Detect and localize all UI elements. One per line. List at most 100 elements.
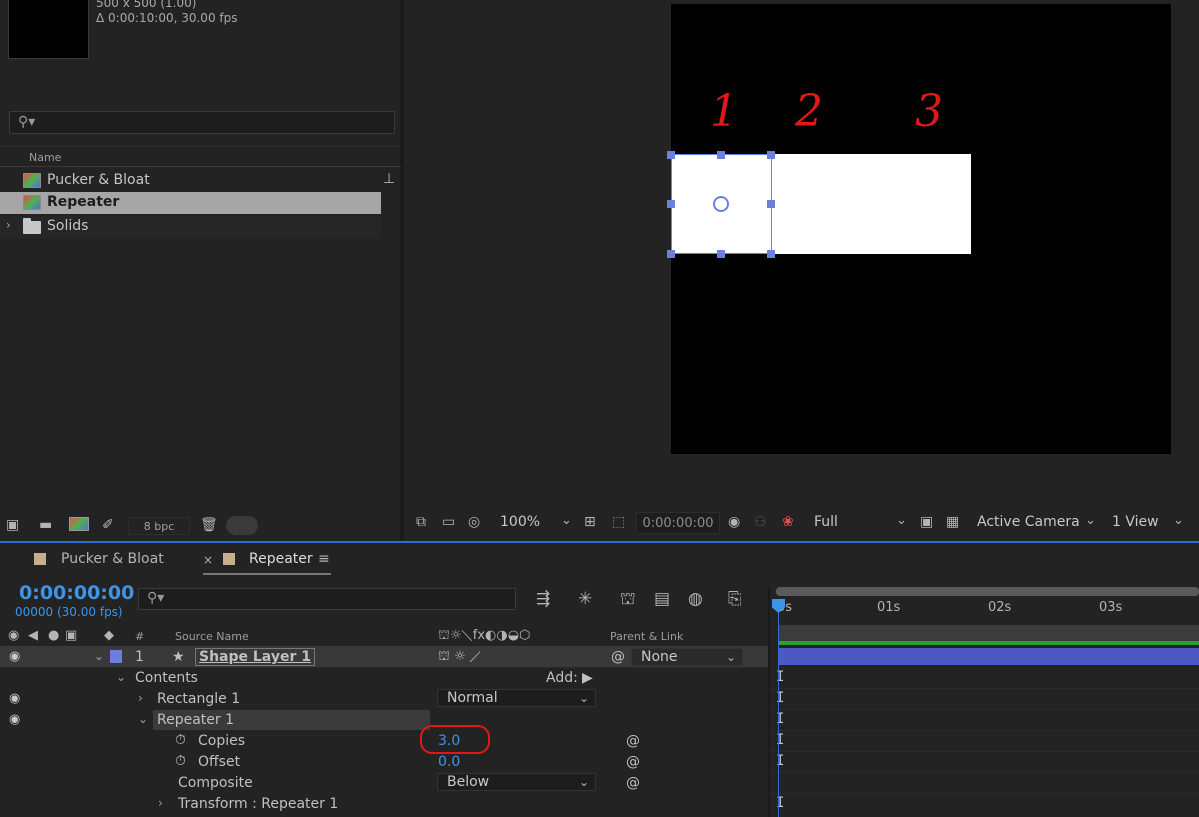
copies-row[interactable]: ⏱ Copies 3.0 @	[0, 725, 770, 754]
zoom-level-dropdown[interactable]: 100%	[500, 514, 540, 530]
stopwatch-icon[interactable]: ⏱	[175, 732, 186, 748]
draft-3d-icon[interactable]: ✳	[578, 589, 592, 609]
toggle-transparency-grid-icon[interactable]: ▦	[946, 514, 959, 530]
offset-row[interactable]: ⏱ Offset 0.0 @	[0, 752, 770, 773]
layer-row-shape-layer-1[interactable]: ◉ ⌄ 1 ★ Shape Layer 1 ⛫ ☼ ⟋ @ None ⌄	[0, 647, 770, 668]
work-area-bar[interactable]	[776, 587, 1199, 596]
current-time-display[interactable]: 0:00:00:00	[19, 582, 134, 604]
tab-repeater[interactable]: Repeater	[249, 551, 313, 567]
expression-pick-whip-icon[interactable]: @	[626, 733, 640, 749]
layer-switches[interactable]: ⛫ ☼ ⟋	[438, 649, 481, 666]
expression-pick-whip-icon[interactable]: @	[626, 754, 640, 770]
label-tag-icon[interactable]: ◆	[104, 628, 114, 643]
camera-view-dropdown[interactable]: Active Camera	[977, 514, 1080, 530]
offset-value[interactable]: 0.0	[438, 754, 460, 770]
composite-dropdown[interactable]: Below ⌄	[437, 773, 596, 791]
annotation-2: 2	[795, 86, 823, 137]
project-item-pucker-bloat[interactable]: Pucker & Bloat	[0, 170, 381, 192]
chevron-right-icon[interactable]: ›	[138, 691, 143, 705]
adobe-dynamic-link-icon[interactable]: ✐	[102, 517, 114, 533]
transform-handle[interactable]	[667, 200, 675, 208]
anchor-point-icon[interactable]	[713, 196, 729, 212]
repeater-1-row[interactable]: ◉ ⌄ Repeater 1	[0, 710, 770, 731]
chevron-down-icon[interactable]: ⌄	[1085, 513, 1096, 528]
expression-pick-whip-icon[interactable]: @	[626, 775, 640, 791]
visibility-eye-icon[interactable]: ◉	[9, 691, 20, 706]
composition-icon	[23, 195, 41, 210]
lock-icon[interactable]: ▣	[65, 628, 77, 643]
monitor-icon[interactable]: ▭	[442, 514, 455, 530]
shape-layer-star-icon: ★	[172, 649, 185, 665]
transform-handle[interactable]	[767, 250, 775, 258]
contents-label: Contents	[135, 670, 198, 686]
chevron-down-icon[interactable]: ⌄	[116, 670, 126, 684]
channel-rgb-icon[interactable]: ❀	[782, 514, 794, 530]
chevron-down-icon[interactable]: ⌄	[138, 712, 148, 726]
layer-name[interactable]: Shape Layer 1	[195, 648, 315, 666]
transform-handle[interactable]	[667, 151, 675, 159]
view-layout-dropdown[interactable]: 1 View	[1112, 514, 1159, 530]
always-preview-icon[interactable]: ⧉	[416, 514, 426, 530]
show-snapshot-icon[interactable]: ⚇	[754, 514, 767, 530]
region-of-interest-icon[interactable]: ▣	[920, 514, 933, 530]
new-composition-icon[interactable]	[69, 517, 89, 531]
chevron-right-icon[interactable]: ›	[158, 796, 163, 810]
pick-whip-icon[interactable]: @	[611, 649, 625, 665]
blend-mode-dropdown[interactable]: Normal ⌄	[437, 689, 596, 707]
chevron-down-icon[interactable]: ⌄	[1173, 513, 1184, 528]
snapshot-camera-icon[interactable]: ◉	[728, 514, 740, 530]
composite-row[interactable]: Composite Below ⌄ @	[0, 773, 770, 794]
project-search-input[interactable]: ⚲▾	[9, 111, 395, 134]
transparency-grid-icon[interactable]: ⬚	[612, 514, 625, 530]
grid-guides-icon[interactable]: ⊞	[584, 514, 596, 530]
visibility-eye-icon[interactable]: ◉	[9, 649, 20, 664]
resolution-dropdown[interactable]: Full	[814, 514, 838, 530]
composition-mini-flowchart-icon[interactable]: ⇶	[536, 589, 550, 609]
timeline-track	[770, 710, 1199, 731]
project-bit-depth[interactable]: 8 bpc	[128, 517, 190, 535]
frame-blending-icon[interactable]: ▤	[654, 589, 670, 609]
new-folder-icon[interactable]: ▬	[39, 517, 52, 533]
solo-icon[interactable]: ●	[48, 628, 59, 643]
trash-icon[interactable]: 🗑	[200, 517, 218, 533]
close-tab-icon[interactable]: ×	[203, 553, 213, 567]
layer-number: 1	[135, 649, 144, 665]
layer-label-color[interactable]	[110, 650, 122, 663]
layer-duration-bar[interactable]	[779, 648, 1199, 665]
transform-handle[interactable]	[767, 151, 775, 159]
add-button-icon[interactable]: ▶	[582, 670, 593, 686]
motion-blur-icon[interactable]: ◍	[688, 589, 703, 609]
project-panel: 500 x 500 (1.00) Δ 0:00:10:00, 30.00 fps…	[0, 0, 404, 540]
mask-visibility-icon[interactable]: ◎	[468, 514, 480, 530]
flowchart-icon[interactable]: ⊥	[383, 171, 395, 187]
transform-handle[interactable]	[717, 151, 725, 159]
timeline-track	[770, 689, 1199, 710]
audio-icon[interactable]: ◀	[28, 628, 38, 643]
viewer-timecode[interactable]: 0:00:00:00	[636, 512, 720, 534]
chevron-down-icon[interactable]: ⌄	[896, 513, 907, 528]
transform-handle[interactable]	[667, 250, 675, 258]
transform-handle[interactable]	[717, 250, 725, 258]
video-eye-icon[interactable]: ◉	[8, 628, 19, 643]
parent-dropdown[interactable]: None ⌄	[631, 648, 743, 666]
chevron-down-icon[interactable]: ⌄	[94, 649, 104, 663]
project-item-solids[interactable]: › Solids	[0, 216, 381, 238]
shy-layers-icon[interactable]: ⛫	[620, 589, 636, 611]
stopwatch-icon[interactable]: ⏱	[175, 753, 186, 769]
transform-handle[interactable]	[767, 200, 775, 208]
rectangle-1-row[interactable]: ◉ › Rectangle 1 Normal ⌄	[0, 689, 770, 710]
project-toggle[interactable]	[226, 516, 258, 535]
contents-row[interactable]: ⌄ Contents Add: ▶	[0, 668, 770, 689]
graph-editor-icon[interactable]: ⎘	[728, 589, 742, 609]
timeline-search-input[interactable]: ⚲▾	[138, 588, 516, 610]
frame-count-display: 00000 (30.00 fps)	[15, 605, 123, 619]
transform-row[interactable]: › Transform : Repeater 1	[0, 794, 770, 815]
visibility-eye-icon[interactable]: ◉	[9, 712, 20, 727]
chevron-down-icon[interactable]: ⌄	[561, 513, 572, 528]
source-name-header[interactable]: Source Name	[175, 630, 249, 643]
tab-pucker-bloat[interactable]: Pucker & Bloat	[61, 551, 164, 567]
folder-expand-chevron-icon[interactable]: ›	[6, 218, 11, 232]
panel-menu-icon[interactable]: ≡	[318, 551, 330, 567]
project-item-repeater[interactable]: Repeater	[0, 192, 381, 214]
interpret-footage-icon[interactable]: ▣	[6, 517, 19, 533]
